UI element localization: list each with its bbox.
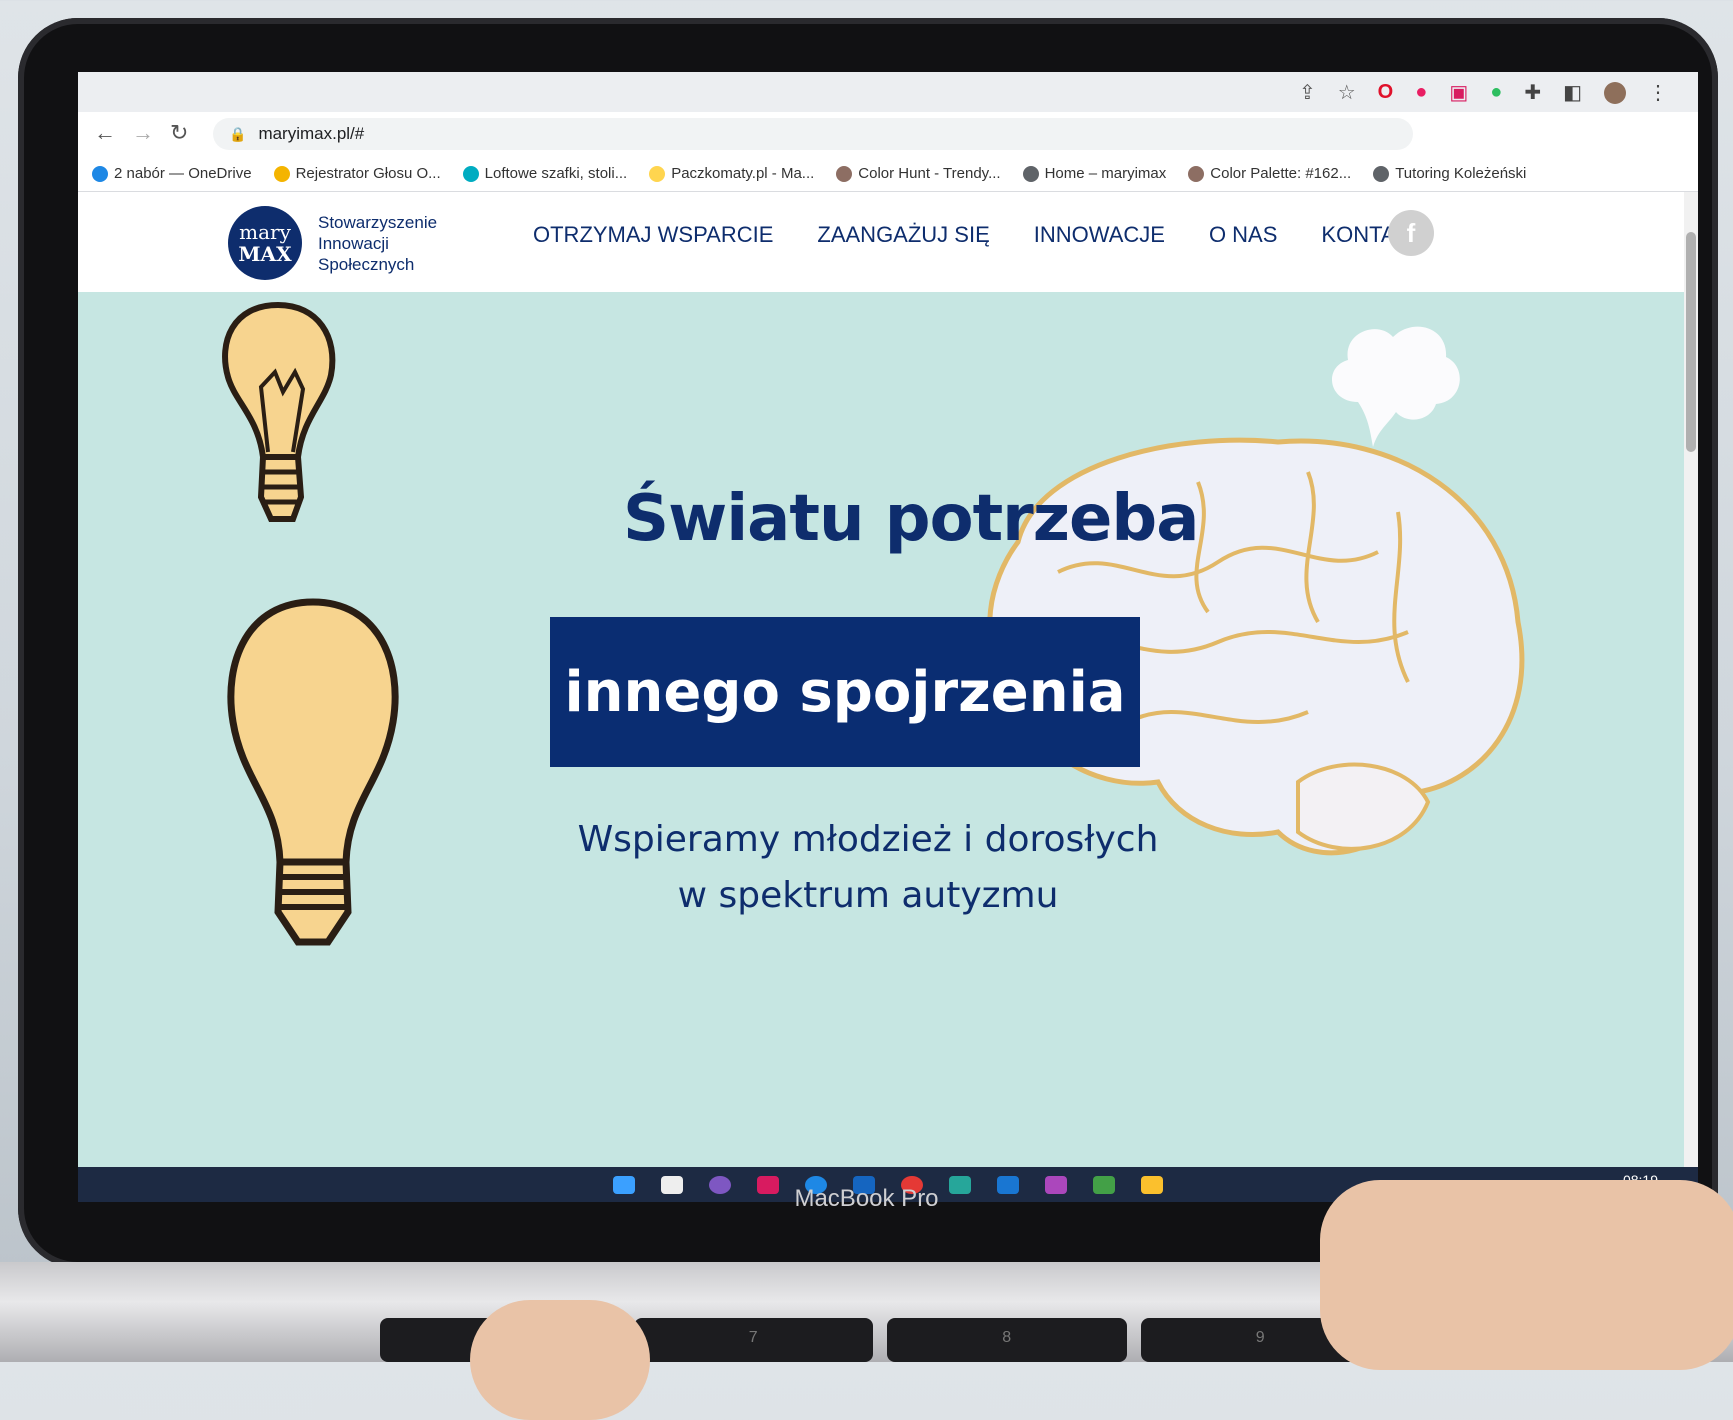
hero-headline: Światu potrzeba bbox=[623, 482, 1199, 556]
sidebar-icon[interactable]: ◧ bbox=[1563, 80, 1582, 105]
hero-section: Światu potrzeba innego spojrzenia Wspier… bbox=[78, 292, 1698, 1202]
left-hand bbox=[470, 1300, 650, 1420]
loftowe-icon bbox=[462, 165, 479, 182]
evernote-icon[interactable]: ● bbox=[1490, 81, 1502, 104]
laptop-screen: ⇪ ☆ O ● ▣ ● ✚ ◧ ⋮ ← → ↻ 🔒 maryimax.pl/# … bbox=[78, 72, 1698, 1202]
puzzle-icon[interactable]: ✚ bbox=[1524, 80, 1541, 105]
right-hand bbox=[1320, 1180, 1733, 1370]
bookmark-onedrive[interactable]: 2 nabór — OneDrive bbox=[92, 165, 252, 182]
color-palette-icon bbox=[1188, 165, 1205, 182]
avatar[interactable] bbox=[1604, 81, 1626, 104]
globe-icon bbox=[1373, 165, 1390, 182]
page-scrollbar[interactable] bbox=[1684, 192, 1698, 1202]
bookmark-color-palette[interactable]: Color Palette: #162... bbox=[1188, 165, 1351, 182]
forward-icon[interactable]: → bbox=[132, 120, 154, 146]
nav-zaangazuj-sie[interactable]: ZAANGAŻUJ SIĘ bbox=[817, 222, 989, 248]
sun-icon bbox=[649, 165, 666, 182]
lock-icon: 🔒 bbox=[229, 125, 247, 142]
reload-icon[interactable]: ↻ bbox=[170, 120, 188, 146]
hero-highlight-band: innego spojrzenia bbox=[550, 617, 1140, 767]
dots-icon bbox=[273, 165, 290, 182]
extension-toolbar: ⇪ ☆ O ● ▣ ● ✚ ◧ ⋮ bbox=[1299, 80, 1668, 105]
back-icon[interactable]: ← bbox=[94, 120, 116, 146]
address-bar[interactable]: 🔒 maryimax.pl/# bbox=[213, 118, 1413, 150]
website: mary MAX Stowarzyszenie Innowacji Społecz… bbox=[78, 192, 1698, 1202]
logo-line-1: mary bbox=[239, 220, 291, 244]
key: 8 bbox=[887, 1318, 1127, 1362]
extension-red-icon[interactable]: ▣ bbox=[1449, 80, 1468, 105]
onedrive-icon bbox=[92, 165, 108, 182]
logo-line-2: MAX bbox=[238, 242, 292, 266]
bookmark-rejestrator[interactable]: Rejestrator Głosu O... bbox=[273, 165, 441, 182]
globe-icon bbox=[1022, 165, 1039, 182]
hero-subtitle: Wspieramy młodzież i dorosłych w spektru… bbox=[577, 819, 1159, 916]
nav-o-nas[interactable]: O NAS bbox=[1209, 222, 1277, 248]
maryimax-logo[interactable]: mary MAX bbox=[228, 206, 302, 280]
lightbulb-large-icon bbox=[227, 598, 399, 946]
opera-icon[interactable]: O bbox=[1378, 81, 1394, 104]
main-nav: OTRZYMAJ WSPARCIE ZAANGAŻUJ SIĘ INNOWACJ… bbox=[533, 222, 1424, 248]
nav-otrzymaj-wsparcie[interactable]: OTRZYMAJ WSPARCIE bbox=[533, 222, 773, 248]
browser-toolbar: ← → ↻ 🔒 maryimax.pl/# bbox=[78, 112, 1698, 156]
share-icon[interactable]: ⇪ bbox=[1299, 80, 1316, 105]
menu-icon[interactable]: ⋮ bbox=[1648, 80, 1668, 105]
nav-innowacje[interactable]: INNOWACJE bbox=[1034, 222, 1165, 248]
org-name: Stowarzyszenie Innowacji Społecznych bbox=[318, 213, 438, 274]
star-icon[interactable]: ☆ bbox=[1338, 80, 1356, 105]
bookmark-color-hunt[interactable]: Color Hunt - Trendy... bbox=[836, 165, 1001, 182]
bookmark-tutoring[interactable]: Tutoring Koleżeński bbox=[1373, 165, 1526, 182]
url-text: maryimax.pl/# bbox=[258, 124, 365, 143]
key: 7 bbox=[633, 1318, 873, 1362]
lightbulb-small-icon bbox=[222, 301, 336, 522]
bookmark-home-maryimax[interactable]: Home – maryimax bbox=[1022, 165, 1166, 182]
bookmarks-bar: 2 nabór — OneDrive Rejestrator Głosu O..… bbox=[78, 156, 1698, 192]
bookmark-loftowe[interactable]: Loftowe szafki, stoli... bbox=[462, 165, 627, 182]
browser-tab-strip: ⇪ ☆ O ● ▣ ● ✚ ◧ ⋮ bbox=[78, 72, 1698, 112]
color-hunt-icon bbox=[836, 165, 853, 182]
site-header: mary MAX Stowarzyszenie Innowacji Społecz… bbox=[78, 192, 1698, 292]
color-wheel-icon[interactable]: ● bbox=[1415, 81, 1427, 104]
hero-highlight: innego spojrzenia bbox=[564, 659, 1126, 725]
bookmark-paczkomaty[interactable]: Paczkomaty.pl - Ma... bbox=[649, 165, 814, 182]
facebook-icon[interactable]: f bbox=[1388, 210, 1434, 256]
scrollbar-thumb[interactable] bbox=[1686, 232, 1696, 452]
